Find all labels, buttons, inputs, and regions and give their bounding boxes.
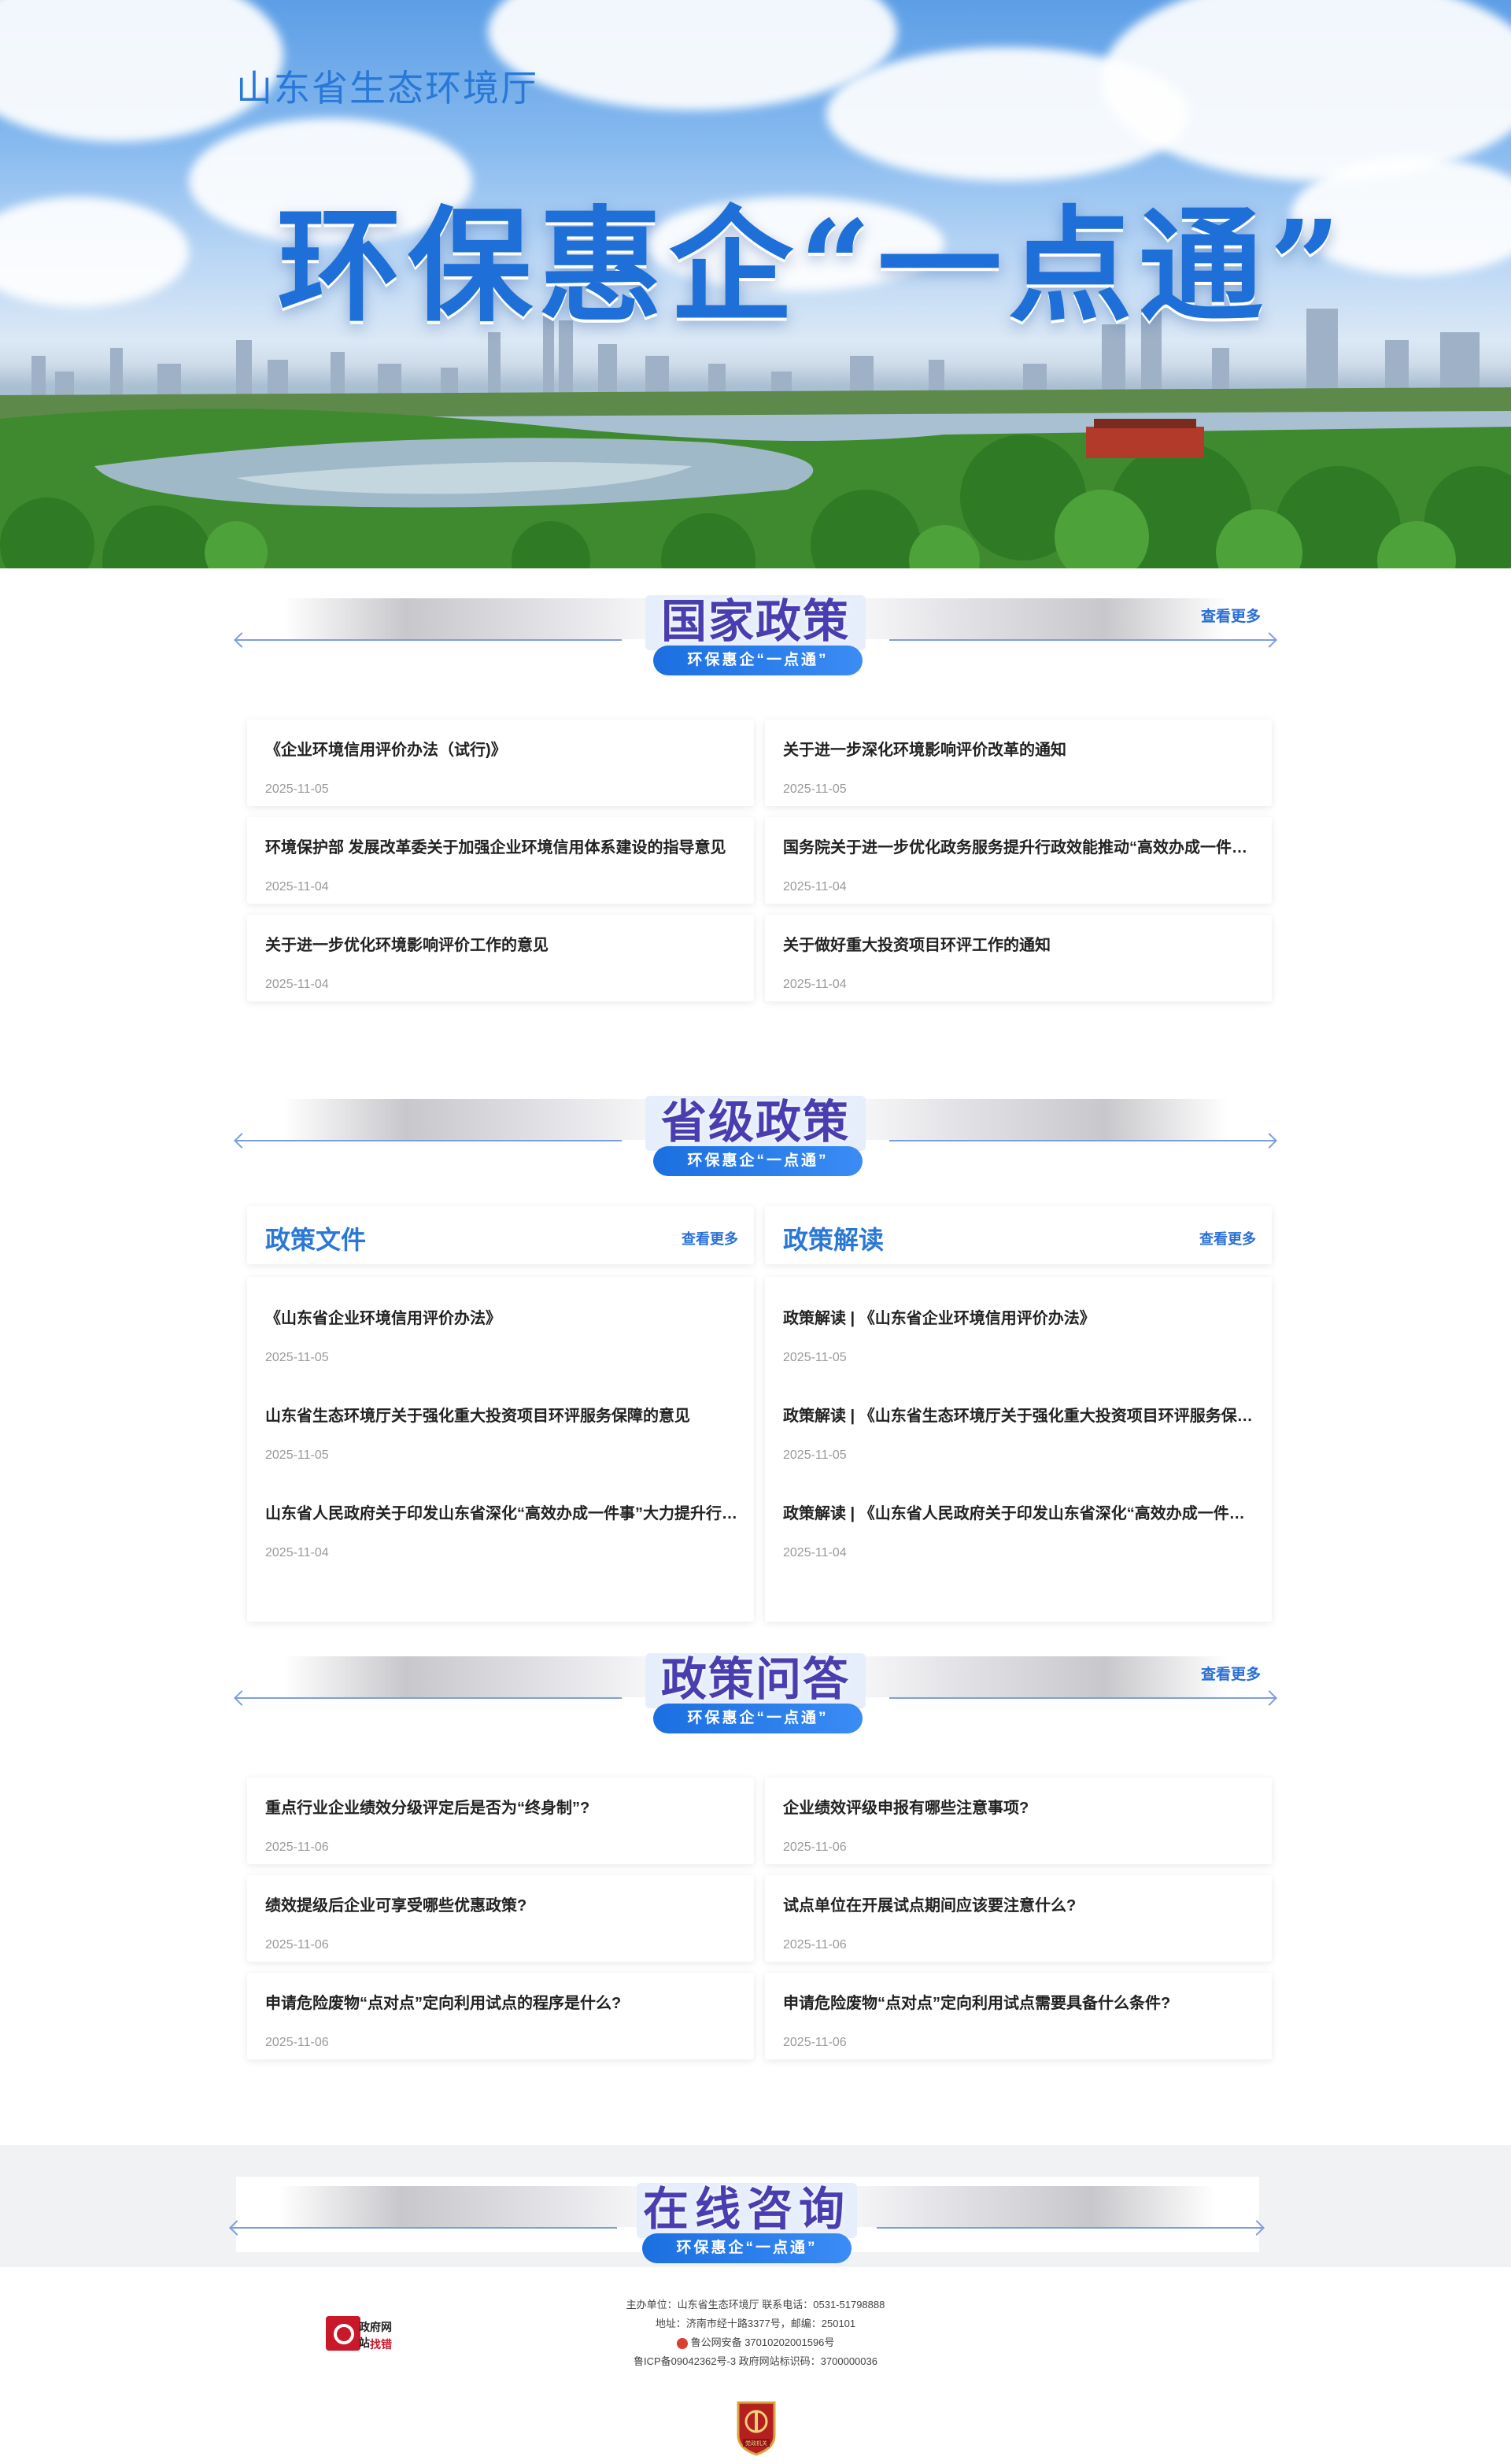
news-card[interactable]: 国务院关于进一步优化政务服务提升行政效能推动“高效办成一件事”指导意见 2025… [765,817,1272,904]
section-subtitle-pill: 环保惠企“一点通” [653,1146,863,1176]
news-title: 《山东省企业环境信用评价办法》 [265,1310,501,1327]
gov-site-error-report-badge[interactable]: 政府网站 找错 [326,2313,401,2354]
police-badge-icon [676,2337,688,2349]
list-item[interactable]: 山东省人民政府关于印发山东省深化“高效办成一件事”大力提升行政效能实施方案的通知… [247,1472,754,1559]
qa-card[interactable]: 绩效提级后企业可享受哪些优惠政策? 2025-11-06 [247,1875,754,1962]
qa-card[interactable]: 申请危险废物“点对点”定向利用试点需要具备什么条件? 2025-11-06 [765,1973,1272,2059]
policy-files-list: 《山东省企业环境信用评价办法》 2025-11-05 山东省生态环境厅关于强化重… [247,1277,754,1622]
news-card[interactable]: 环境保护部 发展改革委关于加强企业环境信用体系建设的指导意见 2025-11-0… [247,817,754,904]
news-title: 政策解读 | 《山东省人民政府关于印发山东省深化“高效办成一件事”大力提升行政效… [783,1505,1255,1522]
hero-banner: 山东省生态环境厅 环保惠企“一点通” [0,0,1511,568]
hero-org-name: 山东省生态环境厅 [236,67,538,109]
section-title: 国家政策 [660,594,850,648]
online-consult-panel[interactable]: 在线咨询 环保惠企“一点通” [229,2177,1265,2263]
section-title: 省级政策 [660,1095,850,1149]
view-more-link[interactable]: 查看更多 [1201,605,1261,626]
news-date: 2025-11-04 [265,978,329,991]
qa-question: 企业绩效评级申报有哪些注意事项? [783,1800,1029,1817]
news-date: 2025-11-05 [783,1448,847,1462]
online-consult-band: 在线咨询 环保惠企“一点通” [0,2145,1511,2267]
list-item[interactable]: 《山东省企业环境信用评价办法》 2025-11-05 [247,1277,754,1364]
qa-date: 2025-11-06 [783,2036,847,2049]
footer-icp[interactable]: 鲁ICP备09042362号-3 政府网站标识码：3700000036 [441,2352,1070,2371]
qa-question: 绩效提级后企业可享受哪些优惠政策? [265,1897,527,1915]
news-title: 《企业环境信用评价办法（试行)》 [265,742,507,759]
policy-readings-list: 政策解读 | 《山东省企业环境信用评价办法》 2025-11-05 政策解读 |… [765,1277,1272,1622]
police-record-text: 鲁公网安备 37010202001596号 [690,2336,835,2348]
footer-host: 主办单位：山东省生态环境厅 联系电话：0531-51798888 [626,2299,885,2310]
panel-header-policy-files: 政策文件 查看更多 [247,1206,754,1264]
qa-question: 重点行业企业绩效分级评定后是否为“终身制”? [265,1800,590,1817]
news-date: 2025-11-05 [265,1448,329,1462]
qa-date: 2025-11-06 [265,1938,329,1952]
qa-date: 2025-11-06 [265,1841,329,1854]
news-title: 政策解读 | 《山东省生态环境厅关于强化重大投资项目环评服务保障的意见》 [783,1408,1255,1425]
news-card[interactable]: 关于做好重大投资项目环评工作的通知 2025-11-04 [765,915,1272,1001]
qa-card[interactable]: 试点单位在开展试点期间应该要注意什么? 2025-11-06 [765,1875,1272,1962]
news-date: 2025-11-04 [783,880,847,893]
list-item[interactable]: 政策解读 | 《山东省企业环境信用评价办法》 2025-11-05 [765,1277,1272,1364]
news-title: 环境保护部 发展改革委关于加强企业环境信用体系建设的指导意见 [265,839,726,856]
news-date: 2025-11-05 [783,1351,847,1364]
section-header-national: 国家政策 环保惠企“一点通” 查看更多 [234,584,1277,675]
section-subtitle-pill: 环保惠企“一点通” [653,646,863,675]
hero-title: 环保惠企“一点通” [277,194,1347,339]
list-item[interactable]: 政策解读 | 《山东省人民政府关于印发山东省深化“高效办成一件事”大力提升行政效… [765,1472,1272,1559]
section-subtitle-pill: 环保惠企“一点通” [642,2233,852,2263]
site-footer: 政府网站 找错 主办单位：山东省生态环境厅 联系电话：0531-51798888… [0,2267,1511,2464]
panel-title: 政策文件 [265,1226,367,1254]
footer-address: 地址：济南市经十路3377号，邮编：250101 [655,2318,856,2329]
badge-label: 找错 [370,2338,392,2351]
qa-question: 试点单位在开展试点期间应该要注意什么? [783,1897,1077,1915]
footer-info: 主办单位：山东省生态环境厅 联系电话：0531-51798888 地址：济南市经… [441,2296,1070,2371]
news-date: 2025-11-05 [265,782,329,796]
qa-card[interactable]: 企业绩效评级申报有哪些注意事项? 2025-11-06 [765,1778,1272,1864]
cloud [0,197,189,307]
view-more-link[interactable]: 查看更多 [1201,1663,1261,1684]
news-title: 关于进一步优化环境影响评价工作的意见 [265,937,549,954]
section-header-consult: 在线咨询 环保惠企“一点通” [229,2172,1265,2263]
view-more-link[interactable]: 查看更多 [1199,1228,1256,1249]
view-more-link[interactable]: 查看更多 [682,1228,738,1249]
city-lake-scenery [0,309,1511,568]
qa-card[interactable]: 重点行业企业绩效分级评定后是否为“终身制”? 2025-11-06 [247,1778,754,1864]
section-title: 在线咨询 [642,2182,851,2236]
news-title: 山东省人民政府关于印发山东省深化“高效办成一件事”大力提升行政效能实施方案的通知 [265,1505,737,1522]
panel-title: 政策解读 [783,1226,885,1254]
qa-card[interactable]: 申请危险废物“点对点”定向利用试点的程序是什么? 2025-11-06 [247,1973,754,2059]
party-gov-emblem-icon[interactable]: 党政机关 [733,2399,779,2456]
section-subtitle-pill: 环保惠企“一点通” [653,1704,863,1733]
qa-question: 申请危险废物“点对点”定向利用试点需要具备什么条件? [783,1995,1171,2012]
qa-question: 申请危险废物“点对点”定向利用试点的程序是什么? [265,1995,622,2012]
section-title: 政策问答 [660,1652,850,1706]
news-title: 政策解读 | 《山东省企业环境信用评价办法》 [783,1310,1095,1327]
qa-date: 2025-11-06 [265,2036,329,2049]
footer-police-record[interactable]: 鲁公网安备 37010202001596号 [441,2333,1070,2352]
emblem-text: 党政机关 [745,2440,767,2447]
news-date: 2025-11-04 [265,880,329,893]
news-date: 2025-11-04 [783,978,847,991]
magnifier-icon [326,2316,360,2351]
news-title: 国务院关于进一步优化政务服务提升行政效能推动“高效办成一件事”指导意见 [783,839,1255,856]
news-date: 2025-11-05 [783,782,847,796]
news-date: 2025-11-05 [265,1351,329,1364]
news-title: 关于做好重大投资项目环评工作的通知 [783,937,1051,954]
news-card[interactable]: 关于进一步深化环境影响评价改革的通知 2025-11-05 [765,720,1272,806]
panel-header-policy-readings: 政策解读 查看更多 [765,1206,1272,1264]
list-item[interactable]: 山东省生态环境厅关于强化重大投资项目环评服务保障的意见 2025-11-05 [247,1374,754,1462]
news-date: 2025-11-04 [783,1546,847,1559]
section-header-provincial: 省级政策 环保惠企“一点通” [234,1085,1277,1176]
qa-date: 2025-11-06 [783,1841,847,1854]
list-item[interactable]: 政策解读 | 《山东省生态环境厅关于强化重大投资项目环评服务保障的意见》 202… [765,1374,1272,1462]
section-header-qa: 政策问答 环保惠企“一点通” 查看更多 [234,1642,1277,1733]
news-card[interactable]: 《企业环境信用评价办法（试行)》 2025-11-05 [247,720,754,806]
news-card[interactable]: 关于进一步优化环境影响评价工作的意见 2025-11-04 [247,915,754,1001]
news-title: 关于进一步深化环境影响评价改革的通知 [783,742,1066,759]
cloud [1102,0,1511,181]
news-date: 2025-11-04 [265,1546,329,1559]
qa-date: 2025-11-06 [783,1938,847,1952]
news-title: 山东省生态环境厅关于强化重大投资项目环评服务保障的意见 [265,1408,690,1425]
